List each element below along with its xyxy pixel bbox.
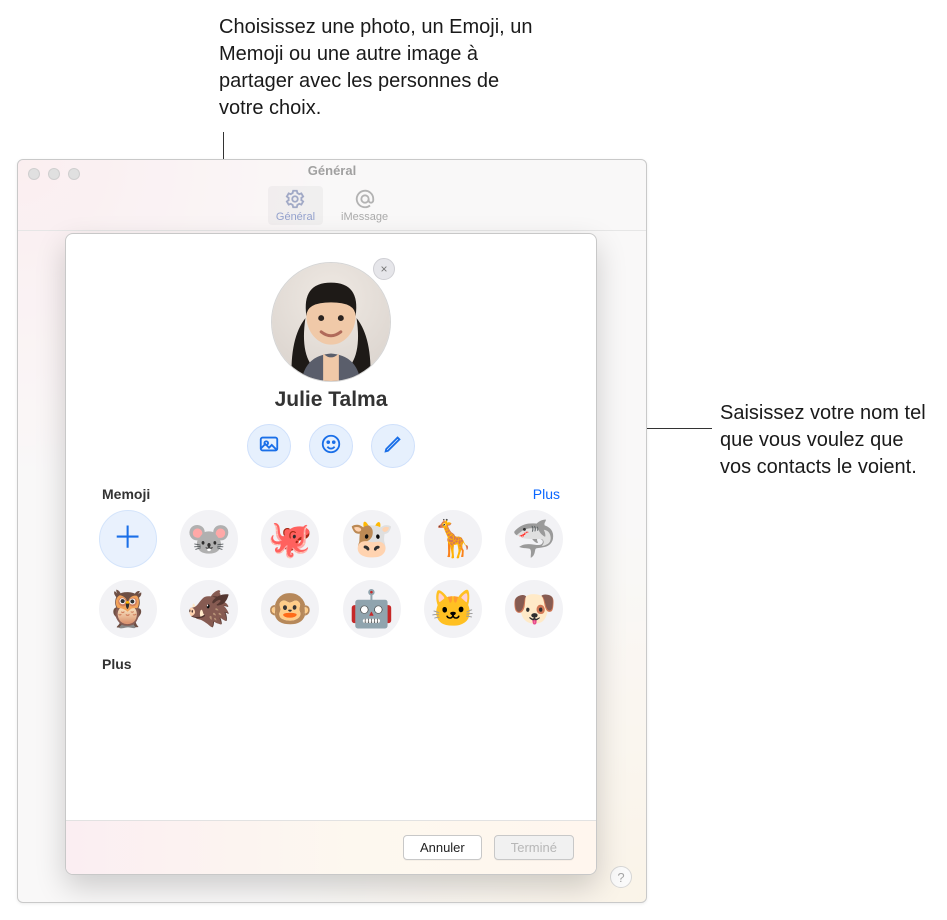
memoji-boar[interactable]: 🐗 [180, 580, 238, 638]
pencil-icon [382, 433, 404, 460]
display-name-field[interactable]: Julie Talma [66, 388, 596, 412]
smiley-icon [320, 433, 342, 460]
preferences-window: Général Général iMessage [17, 159, 647, 903]
profile-photo-illustration [272, 263, 390, 381]
photo-icon [258, 433, 280, 460]
memoji-owl[interactable]: 🦉 [99, 580, 157, 638]
profile-photo[interactable] [271, 262, 391, 382]
memoji-shark[interactable]: 🦈 [505, 510, 563, 568]
edit-button[interactable] [371, 424, 415, 468]
memoji-monkey[interactable]: 🐵 [261, 580, 319, 638]
memoji-cow[interactable]: 🐮 [343, 510, 401, 568]
done-button[interactable]: Terminé [494, 835, 574, 860]
memoji-octopus[interactable]: 🐙 [261, 510, 319, 568]
callout-right: Saisissez votre nom tel que vous voulez … [720, 400, 935, 481]
memoji-heading: Memoji [102, 486, 150, 502]
avatar-container: × [271, 262, 391, 382]
share-name-photo-sheet: × Julie Talma Memoji Plus [65, 233, 597, 875]
image-source-buttons [66, 424, 596, 468]
memoji-section-header: Memoji Plus [66, 486, 596, 502]
memoji-more-link[interactable]: Plus [533, 486, 560, 502]
sheet-footer: Annuler Terminé [66, 820, 596, 874]
callout-top: Choisissez une photo, un Emoji, un Memoj… [219, 14, 549, 122]
memoji-mouse[interactable]: 🐭 [180, 510, 238, 568]
memoji-giraffe[interactable]: 🦒 [424, 510, 482, 568]
cancel-button[interactable]: Annuler [403, 835, 482, 860]
close-icon: × [380, 262, 387, 276]
memoji-dog[interactable]: 🐶 [505, 580, 563, 638]
add-memoji[interactable]: ＋ [99, 510, 157, 568]
remove-photo-button[interactable]: × [373, 258, 395, 280]
memoji-cat[interactable]: 🐱 [424, 580, 482, 638]
photo-picker-button[interactable] [247, 424, 291, 468]
plus-section-heading: Plus [66, 638, 596, 672]
memoji-robot[interactable]: 🤖 [343, 580, 401, 638]
memoji-grid: ＋ 🐭 🐙 🐮 🦒 🦈 🦉 🐗 🐵 🤖 🐱 🐶 [66, 502, 596, 638]
emoji-picker-button[interactable] [309, 424, 353, 468]
